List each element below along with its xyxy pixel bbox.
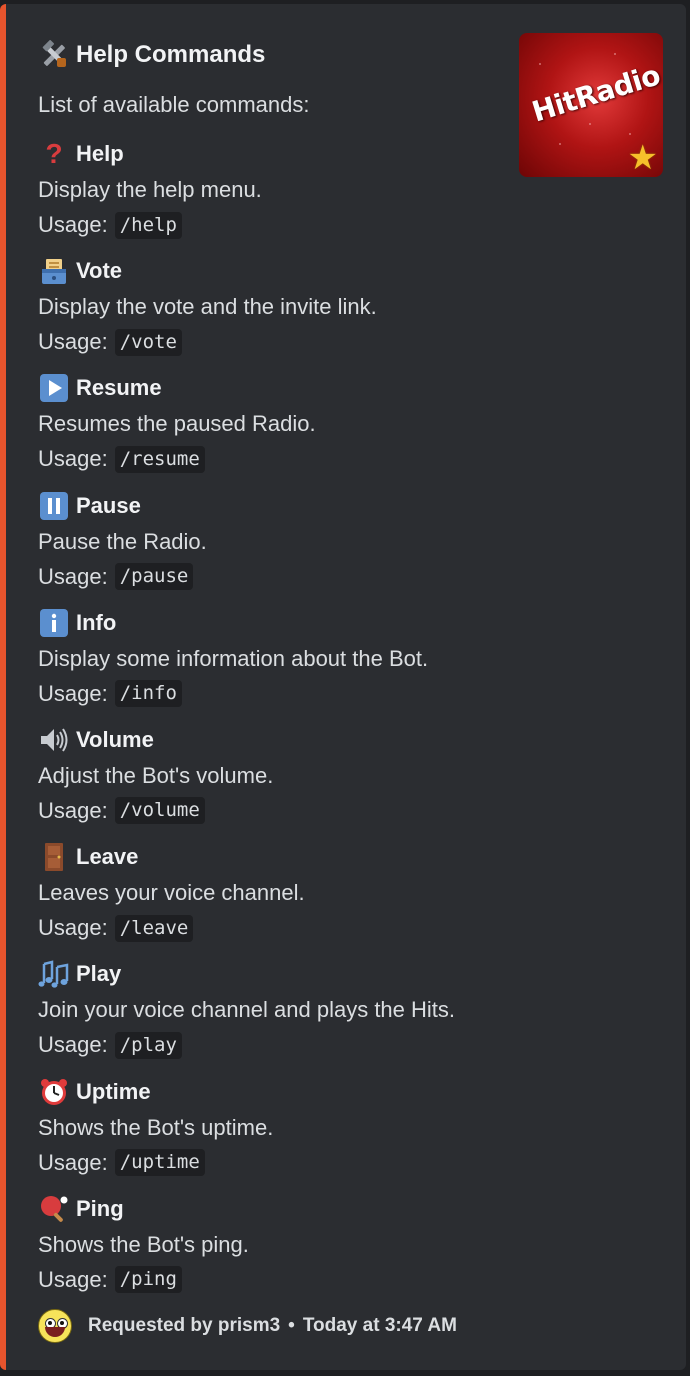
usage-label: Usage:	[38, 212, 108, 237]
field-usage: Usage: /pause	[38, 560, 658, 594]
field-resume: Resume Resumes the paused Radio. Usage: …	[38, 370, 658, 487]
footer-separator: •	[288, 1315, 295, 1336]
field-name-label: Pause	[76, 492, 141, 518]
field-description: Display the vote and the invite link.	[38, 294, 377, 320]
ballot-box-icon	[38, 255, 70, 287]
field-description: Leaves your voice channel.	[38, 880, 305, 906]
command-code: /pause	[114, 563, 194, 591]
thumbnail-logo-text: HitRadio	[528, 58, 663, 129]
field-volume: Volume Adjust the Bot's volume. Usage: /…	[38, 722, 658, 839]
field-usage: Usage: /ping	[38, 1263, 658, 1297]
command-code: /info	[114, 680, 182, 708]
ping-pong-icon	[38, 1193, 70, 1225]
field-name-label: Play	[76, 961, 122, 987]
command-code: /uptime	[114, 1149, 205, 1176]
usage-label: Usage:	[38, 680, 108, 706]
field-vote: Vote Display the vote and the invite lin…	[38, 253, 658, 370]
alarm-clock-icon	[38, 1076, 70, 1108]
field-help: ? Help Display the help menu. Usage: /he…	[38, 136, 658, 253]
field-usage: Usage: /vote	[38, 325, 658, 359]
pause-button-icon	[38, 490, 70, 522]
field-usage: Usage: /help	[38, 208, 658, 242]
usage-label: Usage:	[38, 915, 108, 941]
embed-title-text: Help Commands	[76, 41, 266, 68]
field-description: Display some information about the Bot.	[38, 645, 429, 671]
field-usage: Usage: /info	[38, 677, 658, 711]
footer-requested-by: Requested by prism3	[88, 1315, 281, 1336]
field-name-label: Leave	[76, 844, 139, 870]
information-icon	[38, 607, 70, 639]
hammer-and-wrench-icon	[38, 39, 70, 71]
command-code: /ping	[114, 1266, 182, 1294]
field-usage: Usage: /uptime	[38, 1146, 658, 1180]
field-usage: Usage: /leave	[38, 911, 658, 945]
awesome-face-avatar	[38, 1309, 72, 1343]
question-mark-icon: ?	[45, 138, 63, 169]
usage-label: Usage:	[38, 797, 108, 823]
field-description: Display the help menu.	[38, 177, 262, 202]
field-uptime: Uptime Shows the Bot's uptime. Usage: /u…	[38, 1074, 658, 1191]
field-name-label: Info	[76, 609, 117, 635]
field-usage: Usage: /play	[38, 1028, 658, 1062]
embed-description: List of available commands:	[38, 92, 310, 117]
speaker-high-volume-icon	[38, 724, 70, 756]
field-description: Adjust the Bot's volume.	[38, 762, 274, 788]
command-code: /leave	[114, 914, 194, 942]
field-description: Resumes the paused Radio.	[38, 411, 316, 437]
command-code: /play	[114, 1031, 182, 1059]
usage-label: Usage:	[38, 1266, 108, 1292]
field-name-label: Uptime	[76, 1078, 151, 1104]
field-info: Info Display some information about the …	[38, 605, 658, 722]
field-name-label: Resume	[76, 375, 162, 401]
usage-label: Usage:	[38, 329, 108, 355]
play-button-icon	[38, 372, 70, 404]
field-description: Pause the Radio.	[38, 528, 207, 554]
usage-label: Usage:	[38, 563, 108, 589]
field-name-label: Volume	[76, 726, 154, 752]
musical-notes-icon	[38, 958, 70, 990]
field-play: Play Join your voice channel and plays t…	[38, 956, 658, 1073]
field-ping: Ping Shows the Bot's ping. Usage: /ping	[38, 1191, 658, 1308]
field-usage: Usage: /resume	[38, 442, 658, 476]
door-icon	[38, 841, 70, 873]
field-name-label: Vote	[76, 258, 123, 284]
embed-title: Help Commands	[38, 37, 265, 73]
command-fields: ? Help Display the help menu. Usage: /he…	[38, 136, 658, 1308]
field-name-label: Ping	[76, 1195, 124, 1221]
embed-footer: Requested by prism3 • Today at 3:47 AM	[38, 1308, 457, 1344]
command-code: /help	[114, 211, 182, 239]
usage-label: Usage:	[38, 446, 108, 472]
field-description: Shows the Bot's ping.	[38, 1231, 249, 1257]
field-description: Shows the Bot's uptime.	[38, 1114, 274, 1140]
command-code: /volume	[114, 797, 205, 825]
usage-label: Usage:	[38, 1149, 108, 1175]
usage-label: Usage:	[38, 1032, 108, 1058]
field-leave: Leave Leaves your voice channel. Usage: …	[38, 839, 658, 956]
command-code: /resume	[114, 445, 205, 473]
field-pause: Pause Pause the Radio. Usage: /pause	[38, 488, 658, 605]
command-code: /vote	[114, 328, 182, 356]
field-description: Join your voice channel and plays the Hi…	[38, 997, 456, 1023]
field-usage: Usage: /volume	[38, 794, 658, 828]
footer-timestamp: Today at 3:47 AM	[302, 1315, 457, 1336]
field-name-label: Help	[76, 141, 124, 166]
help-embed: Help Commands HitRadio ★ List of availab…	[0, 4, 686, 1370]
